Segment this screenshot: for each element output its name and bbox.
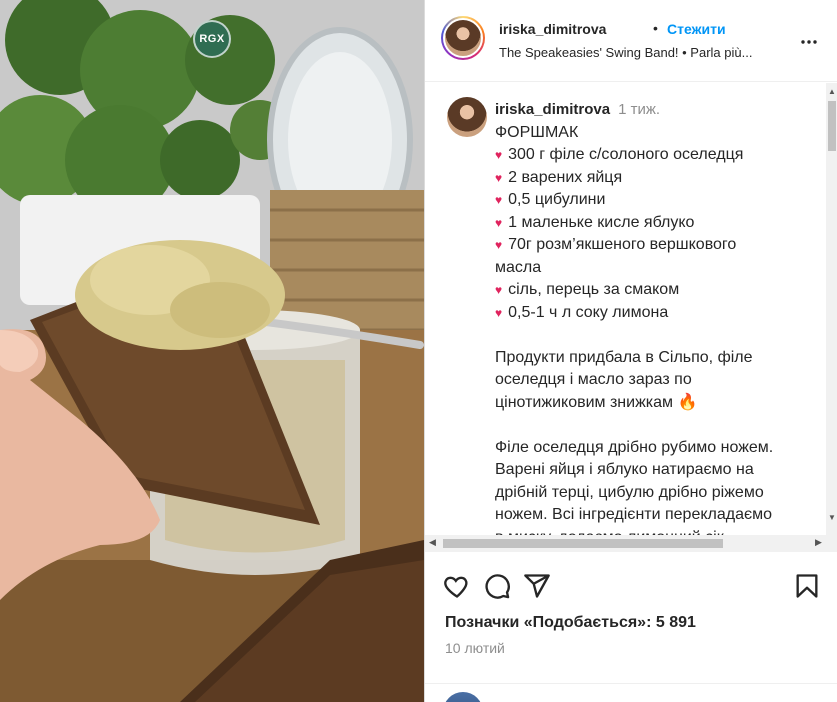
caption-avatar[interactable] bbox=[447, 97, 487, 137]
more-icon[interactable] bbox=[797, 30, 821, 54]
scrollbar-thumb[interactable] bbox=[828, 101, 836, 151]
food-photo bbox=[0, 0, 424, 702]
heart-bullet-icon: ♥ bbox=[495, 305, 503, 320]
paragraph-line: Варені яйця і яблуко натираємо на bbox=[495, 461, 754, 478]
watermark-badge: RGX bbox=[193, 20, 231, 58]
ingredient-line: ♥ 70г розм’якшеного вершкового bbox=[495, 236, 737, 253]
paragraph-line: цінотижиковим знижкам 🔥 bbox=[495, 393, 698, 411]
paragraph-line: в миску, додаємо лимонний сік bbox=[495, 527, 815, 536]
post-date[interactable]: 10 лютий bbox=[445, 640, 505, 656]
scroll-left-arrow-icon[interactable]: ◀ bbox=[429, 537, 436, 548]
header-separator: • bbox=[653, 20, 658, 36]
paragraph-line: Філе оселедця дрібно рубимо ножем. bbox=[495, 438, 774, 456]
caption-area: iriska_dimitrova 1 тиж. ФОРШМАК ♥ 300 г фі… bbox=[425, 83, 825, 535]
viewer-avatar bbox=[443, 692, 483, 702]
post-media[interactable]: RGX bbox=[0, 0, 424, 702]
ingredient-line-continued: масла bbox=[495, 258, 542, 276]
scroll-right-arrow-icon[interactable]: ▶ bbox=[815, 537, 822, 548]
scroll-up-arrow-icon[interactable]: ▲ bbox=[828, 87, 836, 96]
heart-bullet-icon: ♥ bbox=[495, 238, 503, 252]
recipe-title: ФОРШМАК bbox=[495, 123, 579, 141]
ingredient-line: ♥ 0,5-1 ч л соку лимона bbox=[495, 303, 669, 321]
post-header: iriska_dimitrova • Стежити The Speakeasi… bbox=[425, 0, 837, 82]
post-panel: iriska_dimitrova • Стежити The Speakeasi… bbox=[424, 0, 837, 702]
heart-bullet-icon: ♥ bbox=[495, 283, 503, 297]
audio-track[interactable]: The Speakeasies' Swing Band! • Parla più… bbox=[499, 45, 789, 60]
caption-username[interactable]: iriska_dimitrova bbox=[495, 101, 610, 118]
paragraph-line: оселедця і масло зараз по bbox=[495, 371, 692, 388]
horizontal-scrollbar[interactable]: ◀ ▶ bbox=[425, 535, 837, 552]
ingredient-line: ♥ 0,5 цибулини bbox=[495, 191, 606, 208]
scroll-down-arrow-icon[interactable]: ▼ bbox=[828, 513, 836, 522]
likes-count[interactable]: Позначки «Подобається»: 5 891 bbox=[445, 614, 696, 632]
bookmark-icon[interactable] bbox=[791, 570, 823, 602]
caption-time[interactable]: 1 тиж. bbox=[618, 101, 660, 118]
paragraph-line: Продукти придбала в Сільпо, філе bbox=[495, 348, 753, 366]
author-username[interactable]: iriska_dimitrova bbox=[499, 21, 606, 37]
fire-icon: 🔥 bbox=[677, 393, 698, 411]
caption-body: iriska_dimitrova 1 тиж. ФОРШМАК ♥ 300 г фі… bbox=[495, 99, 815, 535]
comment-icon[interactable] bbox=[481, 570, 513, 602]
heart-bullet-icon: ♥ bbox=[495, 193, 503, 207]
author-avatar[interactable] bbox=[441, 16, 485, 60]
vertical-scrollbar[interactable]: ▲ ▼ bbox=[826, 83, 837, 535]
heart-icon[interactable] bbox=[441, 570, 473, 602]
comment-strip bbox=[425, 683, 837, 702]
heart-bullet-icon: ♥ bbox=[495, 170, 503, 185]
ingredient-line: ♥ сіль, перець за смаком bbox=[495, 281, 680, 298]
follow-button[interactable]: Стежити bbox=[667, 21, 726, 37]
action-bar bbox=[425, 560, 837, 610]
paragraph-line: дрібній терці, цибулю дрібно ріжемо bbox=[495, 483, 764, 501]
ingredient-line: ♥ 300 г філе с/солоного оселедця bbox=[495, 146, 744, 163]
ingredient-line: ♥ 2 варених яйця bbox=[495, 168, 623, 186]
scrollbar-thumb[interactable] bbox=[443, 539, 723, 548]
paragraph-line: ножем. Всі інгредієнти перекладаємо bbox=[495, 506, 773, 523]
heart-bullet-icon: ♥ bbox=[495, 148, 503, 162]
share-icon[interactable] bbox=[521, 570, 553, 602]
ingredient-line: ♥ 1 маленьке кисле яблуко bbox=[495, 213, 695, 231]
heart-bullet-icon: ♥ bbox=[495, 215, 503, 230]
